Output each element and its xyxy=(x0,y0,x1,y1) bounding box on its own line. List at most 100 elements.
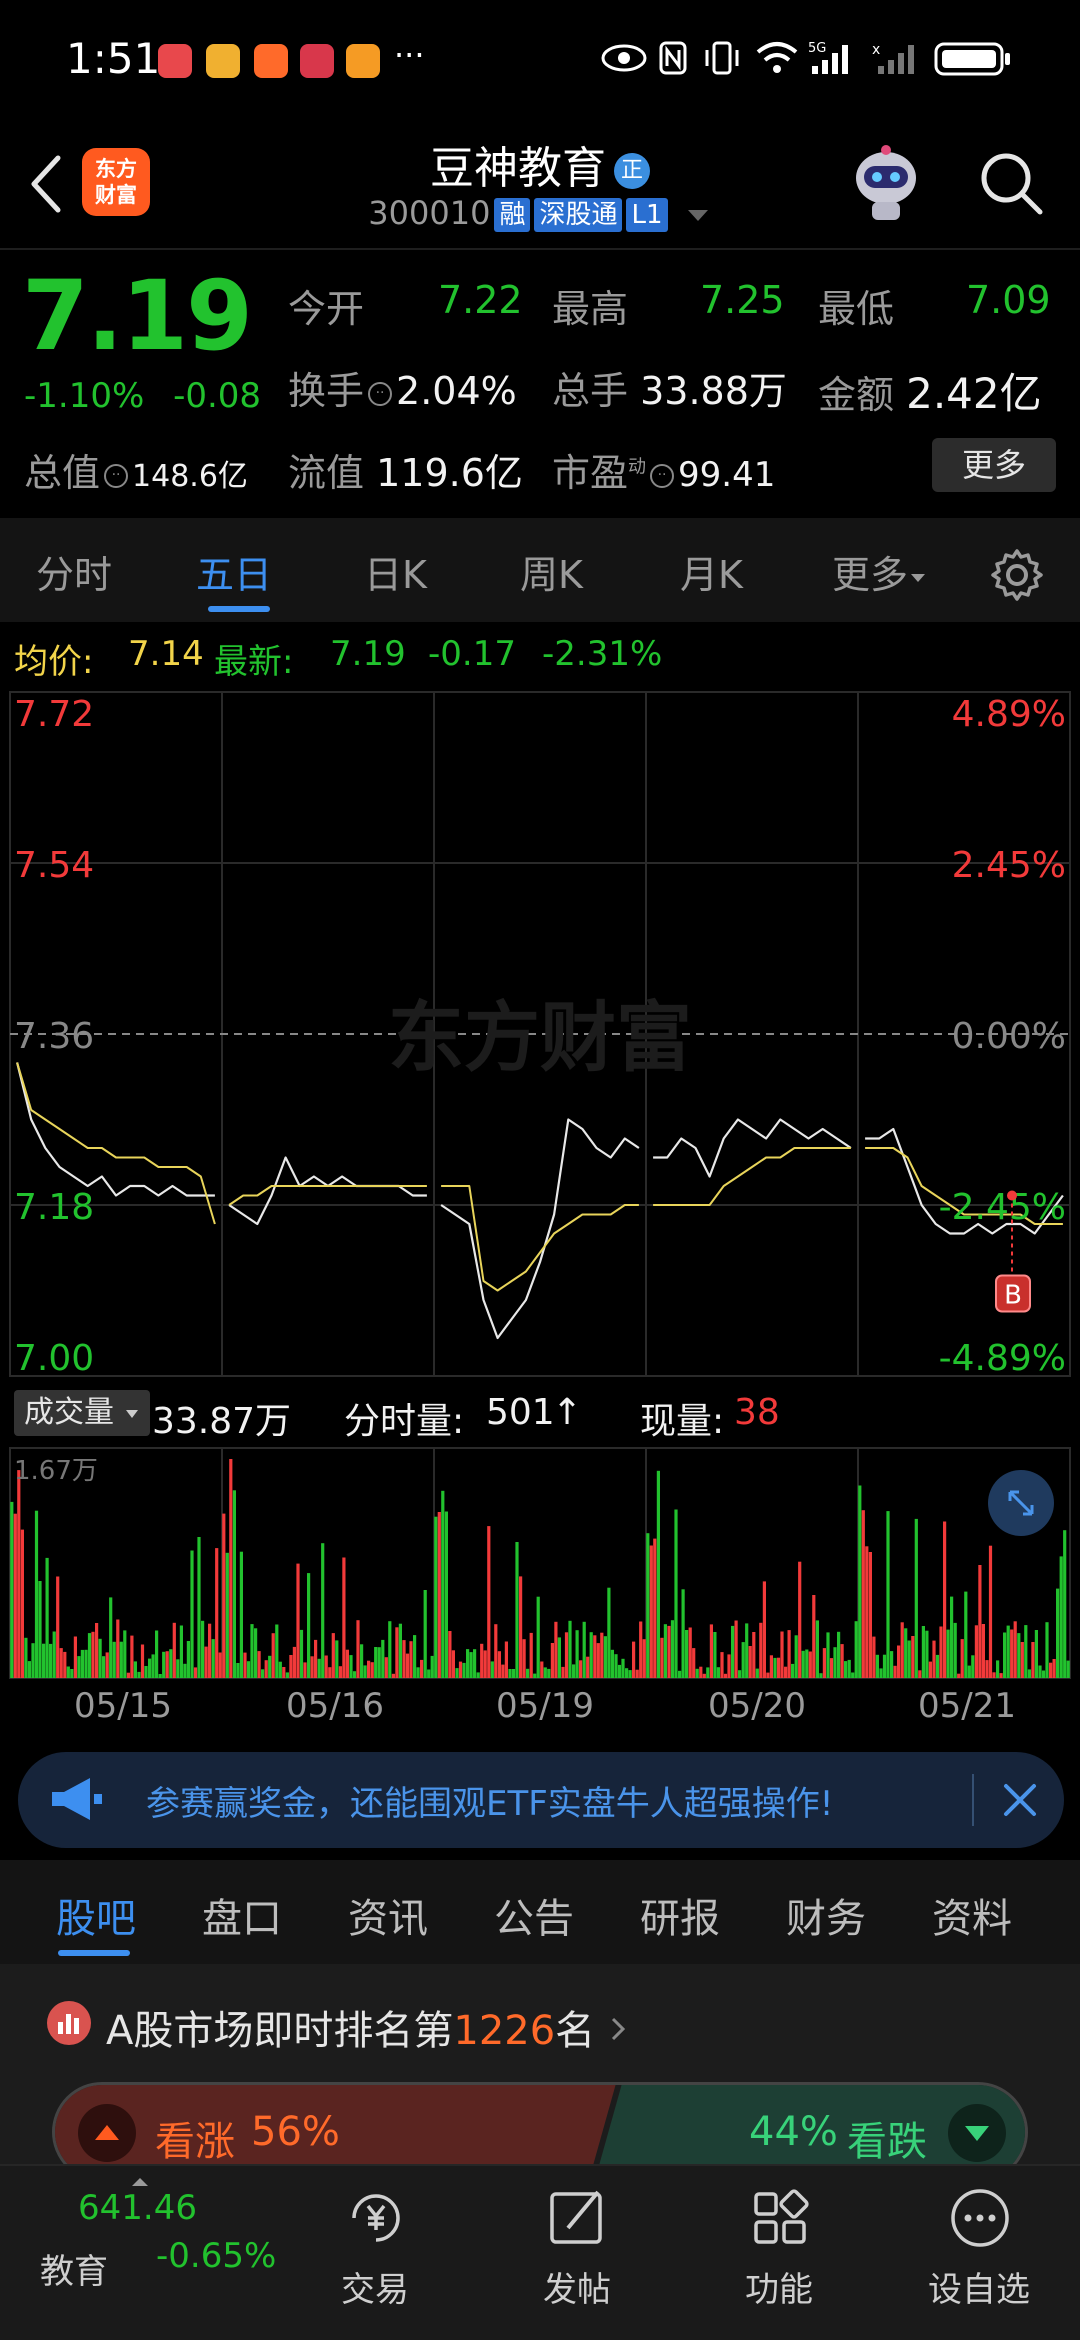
tab-profile[interactable]: 资料 xyxy=(932,1886,1012,1944)
weibo-icon xyxy=(206,44,240,78)
assistant-robot-icon[interactable] xyxy=(846,140,926,224)
search-icon[interactable] xyxy=(978,150,1046,218)
volume-bar xyxy=(458,1661,463,1678)
tab-research[interactable]: 研报 xyxy=(640,1886,720,1944)
volume-bar xyxy=(307,1573,311,1678)
volume-bar xyxy=(275,1624,279,1678)
y-tick-label-left: 7.72 xyxy=(14,694,94,735)
volume-bar xyxy=(130,1635,134,1678)
volume-bar xyxy=(250,1624,254,1678)
more-stats-button[interactable]: 更多 xyxy=(932,438,1056,492)
expand-icon[interactable] xyxy=(986,1468,1056,1538)
nfc-icon xyxy=(659,41,687,75)
last-value: 7.19 xyxy=(330,634,406,674)
volume-bar xyxy=(186,1641,190,1678)
volume-frame xyxy=(9,1447,1071,1679)
tab-order-book[interactable]: 盘口 xyxy=(202,1886,282,1944)
rank-section: A股市场即时排名第1226名 看涨 56% 44% 看跌 xyxy=(0,1964,1080,2182)
tab-financials[interactable]: 财务 xyxy=(786,1886,866,1944)
tab-monthly-k[interactable]: 月K xyxy=(680,544,743,599)
volume-bar xyxy=(773,1657,777,1678)
volume-bar xyxy=(932,1640,936,1678)
last-change: -0.17 xyxy=(428,634,516,674)
nav-trade-label: 交易 xyxy=(341,2270,409,2310)
volume-bar xyxy=(490,1661,494,1678)
float-value: 119.6亿 xyxy=(376,451,523,495)
volume-bar xyxy=(208,1623,212,1678)
volume-bar xyxy=(243,1652,247,1678)
volume-bar xyxy=(13,1513,17,1678)
rank-link[interactable]: A股市场即时排名第1226名 xyxy=(106,1998,628,2056)
volume-bar xyxy=(812,1595,816,1678)
volume-bar xyxy=(271,1633,275,1678)
open-value: 7.22 xyxy=(438,278,523,322)
nav-post-label: 发帖 xyxy=(543,2270,611,2310)
volume-bar xyxy=(473,1649,477,1678)
mktcap-value: 148.6亿 xyxy=(132,459,248,494)
tab-forum[interactable]: 股吧 xyxy=(56,1886,136,1944)
bullish-button-icon[interactable] xyxy=(77,2103,137,2163)
bottom-navigation: 641.46 教育 -0.65% 交易 发帖 功能 设自选 xyxy=(0,2164,1080,2340)
nav-sector-index[interactable]: 641.46 教育 -0.65% xyxy=(14,2166,276,2340)
rank-prefix: A股市场即时排名第 xyxy=(106,2008,454,2054)
volume-bar xyxy=(996,1660,1000,1678)
volume-bar xyxy=(462,1662,466,1678)
volume-bar xyxy=(508,1669,512,1678)
close-icon[interactable] xyxy=(1002,1782,1038,1818)
volume-indicator-selector[interactable]: 成交量 xyxy=(14,1390,150,1436)
turnover-label: 换手 xyxy=(288,369,365,413)
y-tick-label-left: 7.54 xyxy=(14,845,94,886)
nav-watchlist[interactable]: 设自选 xyxy=(904,2166,1054,2340)
volume-bar xyxy=(882,1654,887,1678)
volume-bar xyxy=(738,1670,742,1678)
volume-bar xyxy=(992,1672,996,1678)
info-icon[interactable]: ·· xyxy=(104,463,129,488)
volume-bar xyxy=(579,1660,583,1678)
more-circle-icon xyxy=(951,2189,1009,2247)
tab-news[interactable]: 资讯 xyxy=(348,1886,428,1944)
volume-bar xyxy=(1052,1659,1056,1678)
tag-connect: 深股通 xyxy=(534,198,623,232)
info-icon[interactable]: ·· xyxy=(368,381,393,406)
volume-bar xyxy=(1020,1642,1024,1678)
promo-banner[interactable]: 参赛赢奖金，还能围观ETF实盘牛人超强操作! xyxy=(18,1752,1064,1848)
volume-bar xyxy=(766,1672,770,1678)
info-icon[interactable]: ·· xyxy=(650,463,675,488)
nav-functions[interactable]: 功能 xyxy=(704,2166,854,2340)
five-day-price-chart[interactable]: 东方财富 7.72 4.89% 7.54 2.45% 7.36 0.00% 7.18 -2.45… xyxy=(0,686,1080,1382)
volume-bar xyxy=(1010,1629,1014,1678)
nav-trade[interactable]: 交易 xyxy=(300,2166,450,2340)
nav-post[interactable]: 发帖 xyxy=(502,2166,652,2340)
gear-icon[interactable] xyxy=(990,548,1044,602)
buy-marker-text: B xyxy=(1004,1281,1022,1311)
tab-five-day[interactable]: 五日 xyxy=(196,544,272,599)
caret-up-icon xyxy=(132,2178,148,2186)
tab-intraday[interactable]: 分时 xyxy=(36,544,112,599)
volume-bar xyxy=(557,1637,561,1678)
tab-weekly-k[interactable]: 周K xyxy=(520,544,583,599)
volume-bar xyxy=(819,1673,823,1678)
volume-bar xyxy=(87,1633,92,1678)
volume-bar xyxy=(656,1470,660,1678)
volume-bar xyxy=(257,1651,261,1678)
volume-bar xyxy=(179,1625,183,1678)
tab-more[interactable]: 更多 xyxy=(832,544,928,599)
volume-bar xyxy=(17,1470,21,1678)
volume-bar xyxy=(1045,1622,1049,1678)
volume-bar xyxy=(589,1632,593,1678)
bearish-button-icon[interactable] xyxy=(947,2103,1007,2163)
volume-bar xyxy=(151,1654,155,1678)
date-axis: 05/15 05/16 05/19 05/20 05/21 xyxy=(0,1686,1080,1742)
volume-bar xyxy=(119,1641,123,1678)
volume-bar xyxy=(660,1637,664,1678)
volume-bar xyxy=(921,1626,925,1678)
y-tick-label-right: -2.45% xyxy=(939,1187,1066,1228)
tab-announcements[interactable]: 公告 xyxy=(494,1886,574,1944)
volume-bar xyxy=(52,1631,56,1678)
tab-daily-k[interactable]: 日K xyxy=(364,544,427,599)
volume-bar xyxy=(413,1635,417,1678)
volume-bar xyxy=(20,1529,24,1678)
last-label: 最新: xyxy=(214,642,294,682)
volume-bar xyxy=(837,1631,841,1678)
volume-bar xyxy=(801,1650,805,1678)
